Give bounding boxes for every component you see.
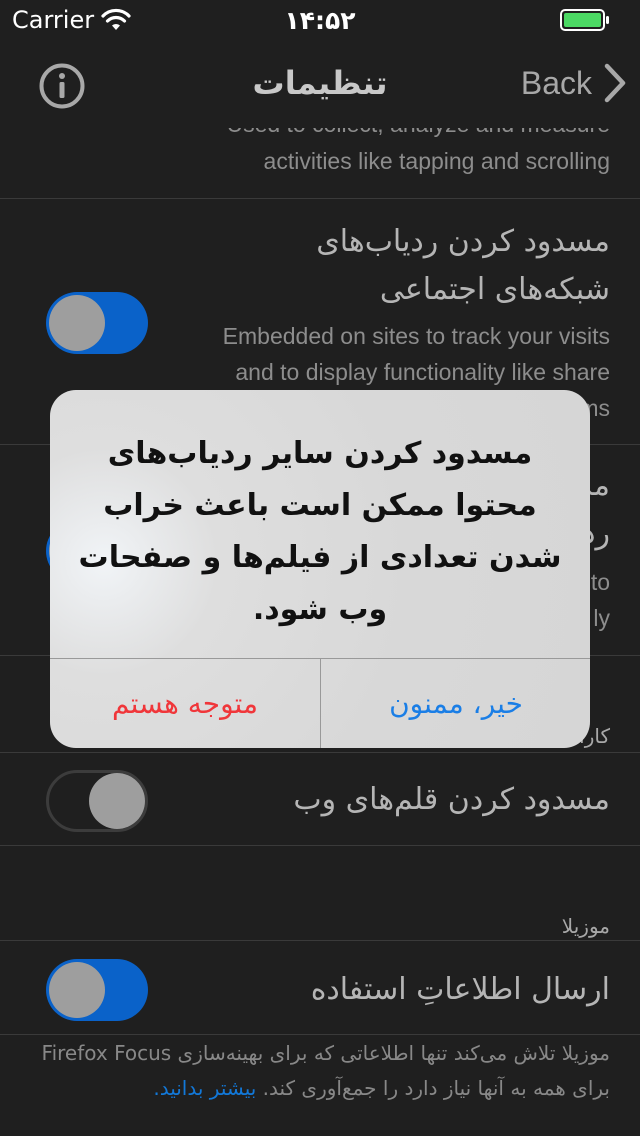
alert-decline-button[interactable]: خیر، ممنون	[321, 659, 590, 748]
web-fonts-title: مسدود کردن قلم‌های وب	[293, 782, 610, 817]
chevron-right-icon	[604, 63, 626, 103]
navigation-bar: تنظیمات Back	[0, 40, 640, 128]
footer-text: موزیلا تلاش می‌کند تنها اطلاعاتی که برای…	[41, 1041, 610, 1100]
other-trackers-desc-partial: ly	[593, 605, 610, 631]
alert-message: مسدود کردن سایر ردیاب‌های محتوا ممکن است…	[78, 436, 562, 627]
alert-confirm-button[interactable]: متوجه هستم	[50, 659, 320, 748]
social-trackers-title-line2: شبکه‌های اجتماعی	[379, 272, 610, 307]
toggle-knob	[49, 962, 105, 1018]
separator	[0, 752, 640, 753]
back-label: Back	[520, 64, 592, 101]
other-trackers-desc-partial: to	[590, 569, 610, 595]
social-trackers-toggle[interactable]	[46, 292, 148, 354]
alert-dialog: مسدود کردن سایر ردیاب‌های محتوا ممکن است…	[50, 390, 590, 748]
usage-data-title: ارسال اطلاعاتِ استفاده	[310, 972, 610, 1007]
social-trackers-desc-line1: Embedded on sites to track your visits	[222, 323, 610, 349]
back-button[interactable]: Back	[521, 58, 626, 108]
usage-data-toggle[interactable]	[46, 959, 148, 1021]
separator	[0, 845, 640, 846]
learn-more-link[interactable]: بیشتر بدانید.	[153, 1076, 256, 1100]
social-trackers-title-line1: مسدود کردن ردیاب‌های	[316, 224, 610, 259]
separator	[0, 1034, 640, 1035]
mozilla-section-header: موزیلا	[561, 914, 610, 938]
web-fonts-toggle[interactable]	[46, 770, 148, 832]
toggle-knob	[49, 295, 105, 351]
toggle-knob	[89, 773, 145, 829]
analytics-desc: activities like tapping and scrolling	[263, 148, 610, 174]
usage-data-footer: موزیلا تلاش می‌کند تنها اطلاعاتی که برای…	[36, 1036, 610, 1106]
separator	[0, 198, 640, 199]
separator	[0, 940, 640, 941]
social-trackers-desc-line2: and to display functionality like share	[235, 359, 610, 385]
